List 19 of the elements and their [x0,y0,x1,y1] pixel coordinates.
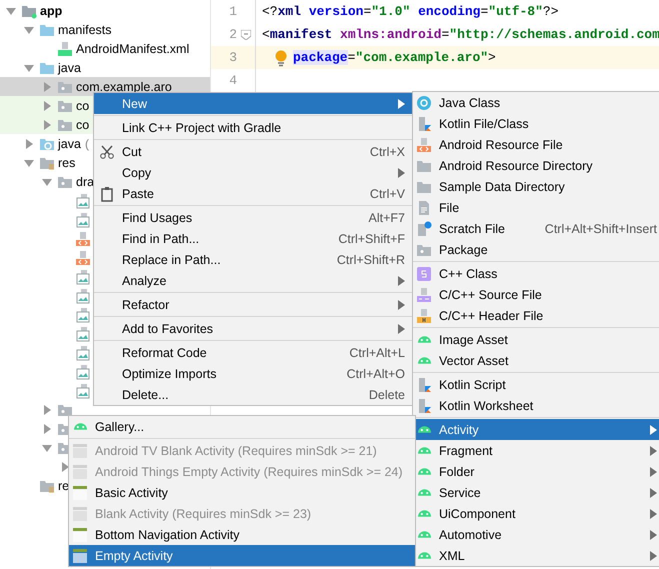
tree-label: java [58,136,81,150]
tree-label: co [76,98,90,112]
code-line: package="com.example.aro"> [262,50,496,65]
tree-label: manifests [58,22,112,36]
tree-label: res [58,156,76,170]
tree-label: re [58,478,70,492]
tree-label: co [76,118,90,132]
line-number: 2 [228,27,237,42]
line-number: 4 [228,73,237,88]
code-line: <manifest xmlns:android="http://schemas.android.com [262,27,659,42]
tree-label: com.example.aro [76,80,172,94]
line-number: 1 [228,4,237,19]
tree-label: app [40,4,62,18]
tree-label: AndroidManifest.xml [76,42,190,56]
tree-label: dra [76,174,94,188]
code-line: <?xml version="1.0" encoding="utf-8"?> [262,4,559,19]
line-number: 3 [228,50,237,65]
tree-label: java [58,60,81,74]
tree-hint: ( [84,136,89,150]
